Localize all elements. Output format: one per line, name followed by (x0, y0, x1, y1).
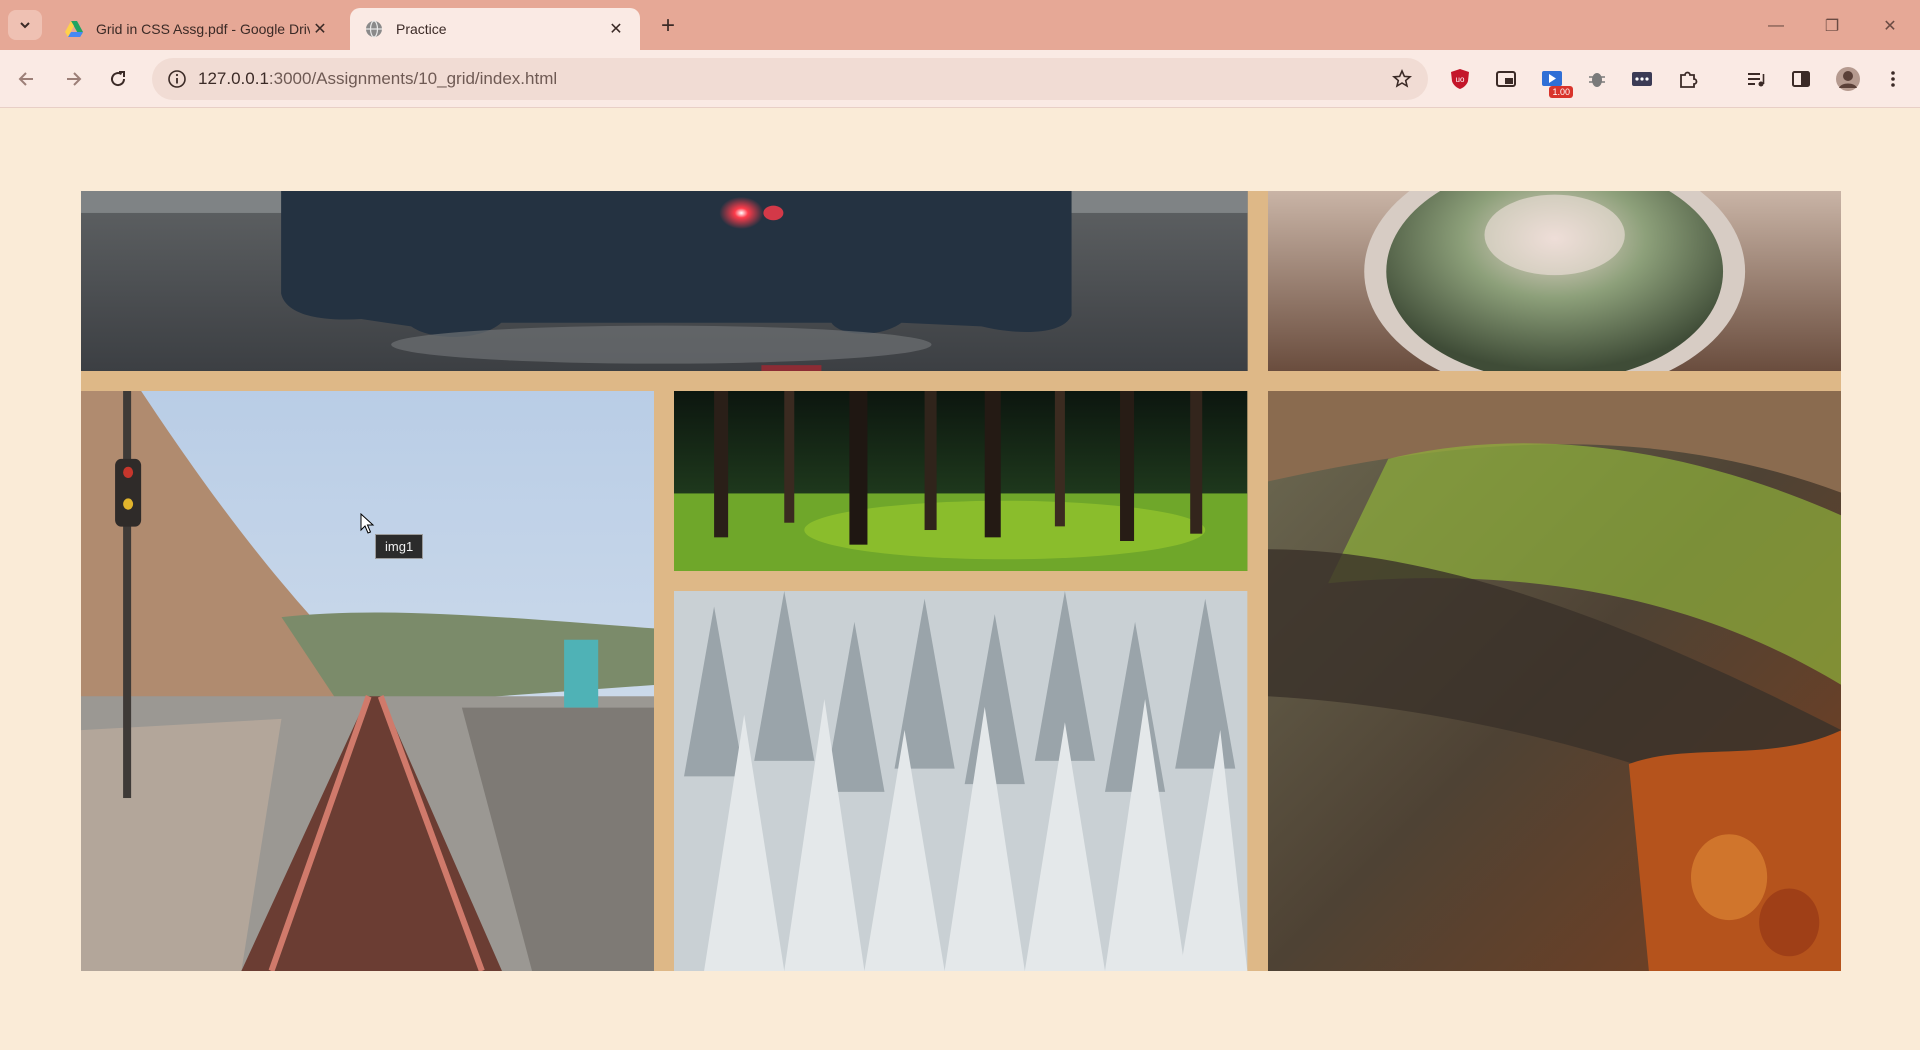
url-text[interactable]: 127.0.0.1:3000/Assignments/10_grid/index… (198, 69, 1382, 89)
grid-image-log[interactable] (1267, 391, 1841, 971)
image-grid (81, 191, 1841, 971)
bug-icon[interactable] (1580, 62, 1614, 96)
minimize-icon[interactable]: — (1762, 12, 1790, 40)
chevron-down-icon (20, 22, 30, 29)
svg-text:uo: uo (1456, 75, 1465, 84)
grid-image-forest[interactable] (674, 391, 1248, 571)
reload-button[interactable] (101, 62, 135, 96)
grid-image-car[interactable] (81, 191, 1248, 371)
menu-kebab-icon[interactable] (1876, 62, 1910, 96)
browser-toolbar: 127.0.0.1:3000/Assignments/10_grid/index… (0, 50, 1920, 139)
restore-icon[interactable]: ❐ (1818, 12, 1846, 40)
page-viewport: img1 (0, 109, 1920, 1050)
grid-image-snow-forest[interactable] (674, 591, 1248, 971)
extensions-puzzle-icon[interactable] (1671, 62, 1705, 96)
new-tab-button[interactable]: + (654, 12, 682, 40)
back-button[interactable] (10, 62, 44, 96)
video-speed-icon[interactable]: 1.00 (1535, 62, 1573, 98)
mouse-cursor-icon (360, 513, 375, 534)
tab-title: Practice (396, 21, 447, 37)
globe-icon (366, 20, 382, 38)
tab-search-button[interactable] (8, 10, 42, 40)
tab-practice[interactable]: Practice ✕ (350, 8, 640, 50)
side-panel-icon[interactable] (1784, 62, 1818, 96)
tab-strip: Grid in CSS Assg.pdf - Google Drive ✕ Pr… (0, 0, 1920, 50)
profile-avatar-icon[interactable] (1831, 62, 1865, 96)
password-manager-icon[interactable] (1625, 62, 1659, 96)
grid-image-railway[interactable] (81, 391, 655, 971)
arrow-left-icon (18, 72, 33, 86)
google-drive-icon (65, 21, 83, 37)
tab-title: Grid in CSS Assg.pdf - Google Drive (96, 21, 310, 37)
image-tooltip: img1 (375, 534, 424, 559)
url-path: :3000/Assignments/10_grid/index.html (268, 69, 558, 88)
grid-image-cactus[interactable] (1267, 191, 1841, 371)
site-info-icon[interactable] (156, 58, 198, 100)
address-bar[interactable]: 127.0.0.1:3000/Assignments/10_grid/index… (152, 58, 1428, 100)
bookmark-star-icon[interactable] (1382, 59, 1422, 99)
media-control-icon[interactable] (1739, 62, 1773, 96)
window-close-icon[interactable]: ✕ (1876, 12, 1904, 40)
close-icon[interactable]: ✕ (310, 19, 330, 39)
reload-icon (111, 71, 126, 87)
forward-button[interactable] (56, 62, 90, 96)
tab-google-drive[interactable]: Grid in CSS Assg.pdf - Google Drive ✕ (50, 8, 344, 50)
close-icon[interactable]: ✕ (606, 19, 626, 39)
arrow-right-icon (67, 72, 82, 86)
ublock-icon[interactable]: uo (1443, 62, 1477, 96)
picture-in-picture-icon[interactable] (1489, 62, 1523, 96)
url-host: 127.0.0.1 (198, 69, 269, 88)
speed-badge: 1.00 (1549, 86, 1573, 98)
